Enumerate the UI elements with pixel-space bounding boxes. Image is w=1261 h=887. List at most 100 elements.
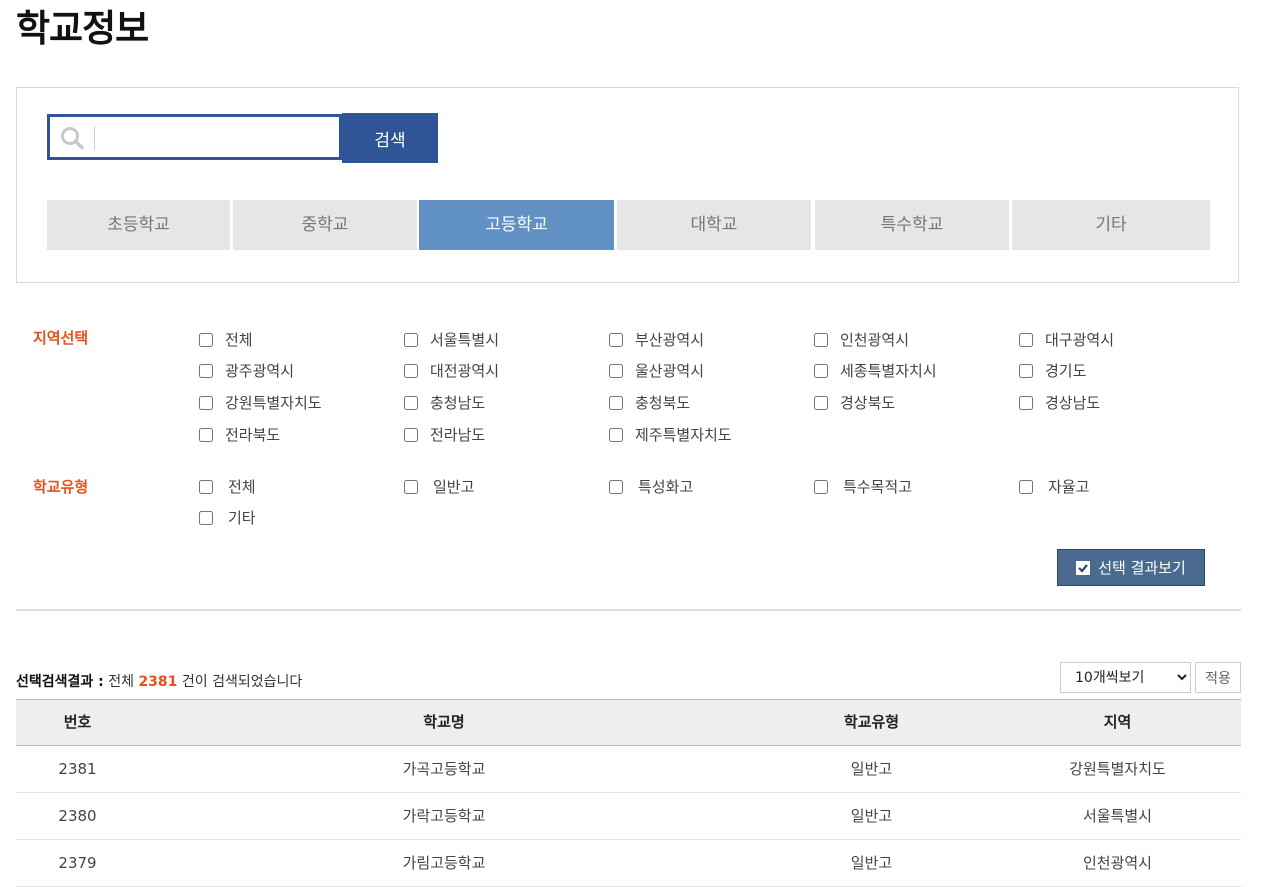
checkbox-input[interactable]: [199, 427, 213, 442]
tab-other[interactable]: 기타: [1012, 200, 1210, 250]
table-row[interactable]: 2379 가림고등학교 일반고 인천광역시: [16, 840, 1241, 887]
search-divider: [94, 126, 95, 150]
region-checkbox[interactable]: 전체: [199, 329, 253, 350]
type-checkbox[interactable]: 특수목적고: [814, 476, 912, 497]
checkbox-input[interactable]: [1019, 479, 1033, 494]
checkbox-input[interactable]: [609, 363, 623, 378]
checkbox-label: 전라남도: [430, 426, 486, 444]
cell-number: 2380: [58, 807, 97, 825]
type-checkbox[interactable]: 자율고: [1019, 476, 1089, 497]
cell-school-name[interactable]: 가곡고등학교: [139, 746, 749, 793]
cell-school-name[interactable]: 가림고등학교: [139, 840, 749, 887]
checkbox-input[interactable]: [404, 332, 418, 347]
header-school-name: 학교명: [423, 713, 465, 731]
type-checkbox[interactable]: 전체: [199, 476, 256, 497]
region-checkbox[interactable]: 전라남도: [404, 424, 485, 445]
checkbox-input[interactable]: [199, 479, 213, 494]
region-checkbox[interactable]: 제주특별자치도: [609, 424, 732, 445]
region-checkbox[interactable]: 강원특별자치도: [199, 392, 322, 413]
checkbox-input[interactable]: [199, 332, 213, 347]
region-filter-label: 지역선택: [33, 329, 89, 347]
region-checkbox[interactable]: 대전광역시: [404, 360, 499, 381]
tab-special[interactable]: 특수학교: [815, 200, 1009, 250]
region-checkbox[interactable]: 경기도: [1019, 360, 1086, 381]
search-panel: 검색 초등학교 중학교 고등학교 대학교 특수학교 기타: [16, 87, 1239, 283]
tab-university[interactable]: 대학교: [617, 200, 811, 250]
checkbox-label: 광주광역시: [225, 362, 295, 380]
cell-region: 인천광역시: [1082, 854, 1152, 872]
checkbox-input[interactable]: [1019, 395, 1033, 410]
divider: [16, 609, 1241, 611]
results-table: 번호 학교명 학교유형 지역 2381 가곡고등학교 일반고 강원특별자치도 2…: [16, 699, 1241, 887]
cell-school-name[interactable]: 가락고등학교: [139, 793, 749, 840]
region-checkbox[interactable]: 울산광역시: [609, 360, 704, 381]
checkbox-label: 충청북도: [635, 394, 691, 412]
checkbox-label: 전체: [225, 331, 253, 349]
type-checkbox[interactable]: 일반고: [404, 476, 474, 497]
checkbox-input[interactable]: [199, 510, 213, 525]
cell-number: 2381: [58, 760, 97, 778]
cell-number: 2379: [58, 854, 97, 872]
table-row[interactable]: 2380 가락고등학교 일반고 서울특별시: [16, 793, 1241, 840]
cell-region: 서울특별시: [1082, 807, 1152, 825]
checkbox-label: 충청남도: [430, 394, 486, 412]
search-button[interactable]: 검색: [342, 113, 438, 163]
checkbox-input[interactable]: [814, 479, 828, 494]
header-school-type: 학교유형: [843, 713, 900, 731]
region-checkbox[interactable]: 충청북도: [609, 392, 690, 413]
checkbox-input[interactable]: [404, 479, 418, 494]
result-label: 선택검색결과 :: [16, 674, 104, 690]
checkbox-label: 울산광역시: [635, 362, 705, 380]
page-size-select[interactable]: 10개씩보기: [1060, 662, 1191, 693]
checkbox-label: 경상남도: [1045, 394, 1101, 412]
checkbox-label: 대구광역시: [1045, 331, 1115, 349]
checkbox-input[interactable]: [1019, 332, 1033, 347]
region-checkbox[interactable]: 경상남도: [1019, 392, 1100, 413]
search-field[interactable]: [47, 114, 342, 160]
tab-middle[interactable]: 중학교: [233, 200, 417, 250]
checkbox-input[interactable]: [404, 395, 418, 410]
apply-button[interactable]: 적용: [1195, 662, 1241, 693]
region-checkbox[interactable]: 인천광역시: [814, 329, 909, 350]
type-checkbox[interactable]: 특성화고: [609, 476, 693, 497]
checkbox-label: 전라북도: [225, 426, 281, 444]
checkbox-label: 기타: [228, 509, 256, 527]
checkbox-input[interactable]: [814, 395, 828, 410]
region-checkbox[interactable]: 충청남도: [404, 392, 485, 413]
checkbox-input[interactable]: [814, 363, 828, 378]
checkbox-input[interactable]: [404, 427, 418, 442]
region-checkbox[interactable]: 광주광역시: [199, 360, 294, 381]
checkbox-label: 대전광역시: [430, 362, 500, 380]
checkbox-input[interactable]: [1019, 363, 1033, 378]
tab-high[interactable]: 고등학교: [419, 200, 614, 250]
cell-region: 강원특별자치도: [1069, 760, 1166, 778]
checkbox-input[interactable]: [199, 395, 213, 410]
checkbox-input[interactable]: [609, 332, 623, 347]
type-checkbox[interactable]: 기타: [199, 507, 256, 528]
page-title: 학교정보: [16, 7, 149, 50]
cell-school-type: 일반고: [850, 807, 893, 825]
result-count: 2381: [138, 674, 178, 690]
table-row[interactable]: 2381 가곡고등학교 일반고 강원특별자치도: [16, 746, 1241, 793]
tab-elementary[interactable]: 초등학교: [47, 200, 230, 250]
search-input[interactable]: [98, 117, 340, 159]
region-checkbox[interactable]: 서울특별시: [404, 329, 499, 350]
region-checkbox[interactable]: 세종특별자치시: [814, 360, 937, 381]
view-results-label: 선택 결과보기: [1098, 559, 1186, 577]
region-checkbox[interactable]: 부산광역시: [609, 329, 704, 350]
checkbox-label: 일반고: [433, 478, 475, 496]
checkbox-input[interactable]: [609, 479, 623, 494]
checkbox-input[interactable]: [404, 363, 418, 378]
checkbox-input[interactable]: [609, 427, 623, 442]
checkbox-input[interactable]: [814, 332, 828, 347]
region-checkbox[interactable]: 경상북도: [814, 392, 895, 413]
search-icon: [61, 127, 84, 150]
checkbox-label: 전체: [228, 478, 256, 496]
view-results-button[interactable]: 선택 결과보기: [1057, 549, 1205, 586]
checkbox-input[interactable]: [199, 363, 213, 378]
checkbox-label: 서울특별시: [430, 331, 500, 349]
region-checkbox[interactable]: 대구광역시: [1019, 329, 1114, 350]
region-checkbox[interactable]: 전라북도: [199, 424, 280, 445]
checkbox-input[interactable]: [609, 395, 623, 410]
table-header: 번호 학교명 학교유형 지역: [16, 699, 1241, 746]
